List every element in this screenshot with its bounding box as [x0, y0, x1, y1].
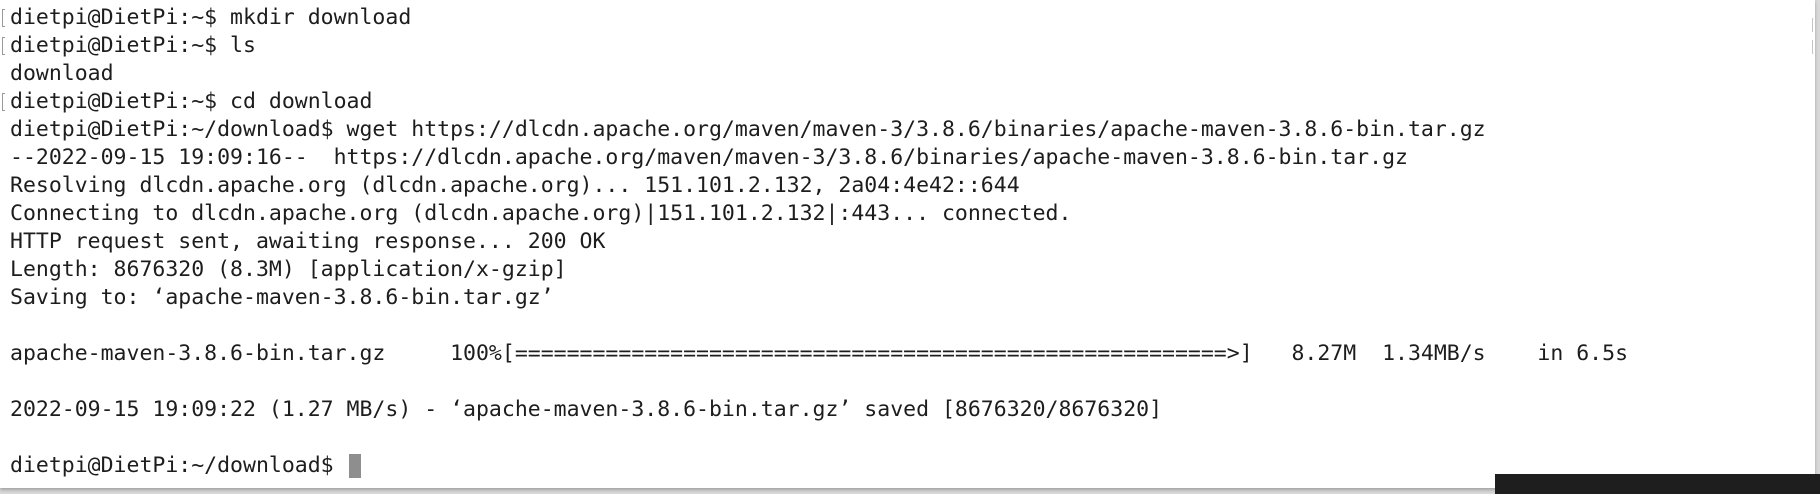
terminal-line: Saving to: ‘apache-maven-3.8.6-bin.tar.g…	[0, 284, 1790, 312]
terminal-line-text: HTTP request sent, awaiting response... …	[10, 229, 606, 254]
command-mark-icon	[2, 37, 5, 55]
command-mark-icon	[2, 93, 5, 111]
terminal-line-text: dietpi@DietPi:~$ cd download	[10, 89, 373, 114]
terminal-line: download	[0, 60, 1790, 88]
terminal-prompt: dietpi@DietPi:~/download$	[10, 453, 347, 478]
scrollbar[interactable]	[1809, 18, 1815, 58]
terminal-line: apache-maven-3.8.6-bin.tar.gz 100%[=====…	[0, 340, 1790, 368]
scrollbar-tick	[1809, 40, 1813, 54]
terminal-line: HTTP request sent, awaiting response... …	[0, 228, 1790, 256]
terminal-line: Resolving dlcdn.apache.org (dlcdn.apache…	[0, 172, 1790, 200]
terminal-line: dietpi@DietPi:~$ mkdir download	[0, 4, 1790, 32]
text-cursor	[348, 454, 361, 478]
terminal-line: Length: 8676320 (8.3M) [application/x-gz…	[0, 256, 1790, 284]
terminal-line: dietpi@DietPi:~/download$ wget https://d…	[0, 116, 1790, 144]
terminal-line-text: dietpi@DietPi:~/download$ wget https://d…	[10, 117, 1486, 142]
terminal-output[interactable]: dietpi@DietPi:~$ mkdir download dietpi@D…	[0, 0, 1790, 488]
terminal-line-text: 2022-09-15 19:09:22 (1.27 MB/s) - ‘apach…	[10, 397, 1163, 422]
terminal-window[interactable]: dietpi@DietPi:~$ mkdir download dietpi@D…	[0, 0, 1815, 488]
terminal-line: --2022-09-15 19:09:16-- https://dlcdn.ap…	[0, 144, 1790, 172]
terminal-line: Connecting to dlcdn.apache.org (dlcdn.ap…	[0, 200, 1790, 228]
terminal-line-text: Resolving dlcdn.apache.org (dlcdn.apache…	[10, 173, 1020, 198]
scrollbar-tick	[1809, 18, 1813, 32]
terminal-line-text: download	[10, 61, 114, 86]
desktop: dietpi@DietPi:~$ mkdir download dietpi@D…	[0, 0, 1820, 494]
command-mark-icon	[2, 9, 5, 27]
background-window[interactable]	[1495, 474, 1820, 494]
terminal-line-text: --2022-09-15 19:09:16-- https://dlcdn.ap…	[10, 145, 1408, 170]
terminal-line-text: Length: 8676320 (8.3M) [application/x-gz…	[10, 257, 567, 282]
terminal-line-text: dietpi@DietPi:~$ mkdir download	[10, 5, 412, 30]
terminal-line: dietpi@DietPi:~$ ls	[0, 32, 1790, 60]
terminal-line-text: apache-maven-3.8.6-bin.tar.gz 100%[=====…	[10, 341, 1629, 366]
terminal-line: dietpi@DietPi:~$ cd download	[0, 88, 1790, 116]
terminal-line: 2022-09-15 19:09:22 (1.27 MB/s) - ‘apach…	[0, 396, 1790, 424]
terminal-line-text: dietpi@DietPi:~$ ls	[10, 33, 256, 58]
terminal-line-text: Connecting to dlcdn.apache.org (dlcdn.ap…	[10, 201, 1072, 226]
terminal-line-text: Saving to: ‘apache-maven-3.8.6-bin.tar.g…	[10, 285, 554, 310]
